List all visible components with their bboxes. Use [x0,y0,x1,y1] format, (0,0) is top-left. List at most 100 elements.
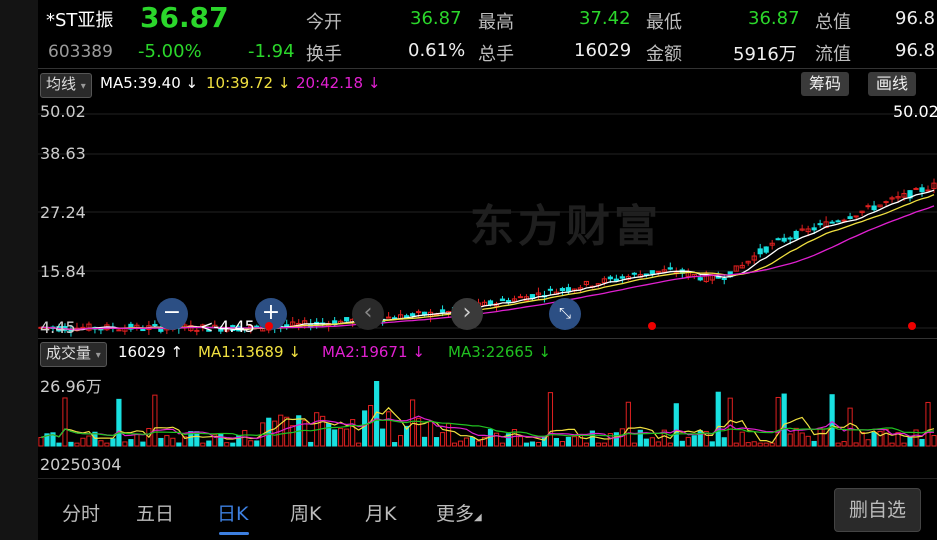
event-marker[interactable] [265,322,273,330]
volume-bar-up [248,440,254,447]
vol-ma1-readout: MA1:13689 ↓ [198,343,301,361]
volume-bar-down [362,410,368,447]
candle-down [409,313,416,317]
volume-current-value: 16029 [118,343,166,361]
chip-button[interactable]: 筹码 [801,72,850,96]
event-marker[interactable] [648,322,656,330]
tab-weekly-k[interactable]: 周K [290,499,321,526]
volume-bar-up [451,442,458,447]
volume-bar-down [721,437,727,447]
header-divider [38,68,937,69]
volume-bar-down [565,436,572,447]
fit-screen-button[interactable]: ⤡ [549,298,581,330]
volume-bar-up [397,435,404,447]
volume-axis-max: 26.96万 [40,377,102,396]
tab-daily-k[interactable]: 日K [217,499,248,526]
volume-bar-up [775,396,781,447]
volume-bar-up [104,442,110,447]
volume-bar-up [769,442,775,447]
ma10-readout: 10:39.72 ↓ [206,74,290,92]
volume-bar-down [56,442,62,447]
volume-bar-up [841,441,847,447]
down-arrow-icon: ↓ [185,74,199,92]
volume-bar-up [649,437,655,447]
down-arrow-icon: ↓ [277,74,291,92]
volume-bar-up [457,440,464,447]
volume-bar-up [865,439,871,447]
volume-bar-down [308,441,314,447]
candle-up [853,215,859,218]
volume-bar-up [685,436,691,447]
tab-monthly-k[interactable]: 月K [365,499,396,526]
volume-bar-down [176,442,182,447]
volume-bar-up [901,442,907,447]
mktcap-label: 总值 [815,12,851,33]
amount-label: 金额 [646,44,682,65]
volume-bar-up [80,437,86,447]
volume-indicator-selector[interactable]: 成交量 ▾ [40,342,107,367]
volume-bar-up [290,425,296,447]
volume-bar-up [368,405,374,447]
volume-bar-up [793,427,799,447]
ma20-readout: 20:42.18 ↓ [296,74,380,92]
volume-label: 总手 [478,44,514,65]
candle-down [847,216,853,219]
volume-bar-up [86,435,92,447]
volume-bar-down [110,438,116,447]
volume-bar-down [421,436,428,447]
volume-bar-up [889,442,895,447]
ma-selector[interactable]: 均线 ▾ [40,73,92,98]
volume-bar-up [805,435,811,447]
volume-bar-up [439,432,446,447]
candle-down [787,237,793,240]
zoom-out-button[interactable]: − [156,298,188,330]
candle-down [607,276,613,280]
volume-bar-up [739,431,745,447]
volume-bar-up [356,442,362,447]
vol-ma2-readout: MA2:19671 ↓ [322,343,425,361]
price-axis-label-1: 50.02 [40,102,86,121]
tab-more[interactable]: 更多◢ [436,499,482,526]
volume-bar-up [535,441,542,447]
volume-chart[interactable] [38,366,937,450]
event-marker[interactable] [908,322,916,330]
volume-bar-down [218,433,224,447]
scroll-right-button[interactable]: › [451,298,483,330]
ma5-readout: MA5:39.40 ↓ [100,74,198,92]
volume-bar-down [679,440,685,447]
min-price-annotation: <-4.45 [200,317,255,336]
volume-bar-down [643,438,649,447]
turnover-label: 换手 [306,44,342,65]
volume-bar-up [625,401,631,447]
watermark: 东方财富 [470,201,662,252]
ma20-value: 20:42.18 [296,74,364,92]
price-axis-label-5: 4.45 [40,318,76,337]
volume-bar-up [733,442,739,447]
candle-down [763,246,769,253]
tab-five-day[interactable]: 五日 [136,499,174,526]
remove-watchlist-button[interactable]: 删自选 [834,488,922,532]
candle-down [499,298,506,302]
draw-line-button[interactable]: 画线 [868,72,917,96]
dropdown-icon: ▾ [95,350,101,361]
volume-bar-up [853,442,859,447]
volume-bar-down [116,398,122,447]
chevron-right-icon: › [462,300,472,325]
volume-bar-up [655,441,661,447]
volume-bar-up [877,430,883,447]
candle-down [781,237,787,242]
candle-down [254,325,260,328]
vol-ma1-value: MA1:13689 [198,343,284,361]
volume-readout: 16029 ↑ [118,343,183,361]
volume-bar-up [763,442,769,447]
volume-bar-down [326,423,332,447]
tab-intraday[interactable]: 分时 [62,499,100,526]
candle-down [721,277,727,280]
volume-bar-down [392,442,398,447]
volume-bar-up [619,428,625,447]
candle-up [655,270,661,273]
volume-bar-up [38,437,44,447]
volume-value: 16029 [574,40,632,61]
scroll-left-button[interactable]: ‹ [352,298,384,330]
volume-bar-down [523,442,530,447]
